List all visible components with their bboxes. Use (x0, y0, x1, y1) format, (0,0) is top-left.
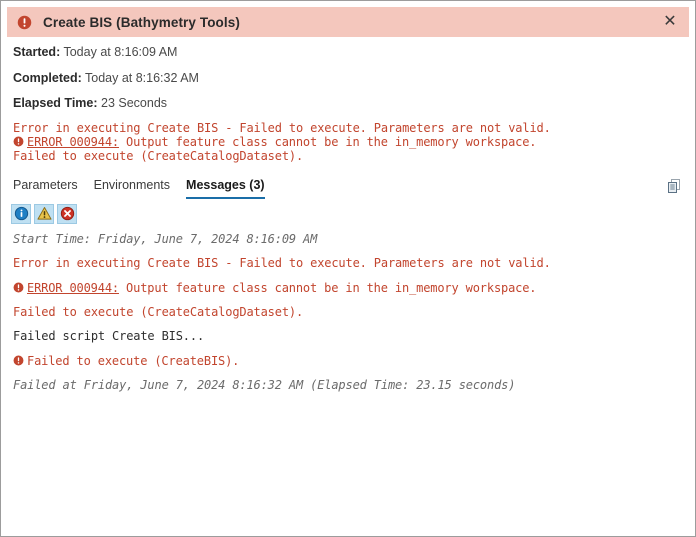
started-label: Started: (13, 45, 61, 59)
error-code-link[interactable]: ERROR 000944: (27, 281, 119, 295)
copy-button[interactable] (663, 175, 685, 197)
message-log: Start Time: Friday, June 7, 2024 8:16:09… (1, 224, 695, 393)
summary-row: Completed: Today at 8:16:32 AM (13, 70, 683, 85)
tab-environments[interactable]: Environments (94, 178, 170, 199)
filter-error-button[interactable] (57, 203, 77, 224)
error-code-message: Output feature class cannot be in the in… (118, 134, 537, 149)
elapsed-time-value: 23 Seconds (101, 96, 168, 110)
log-line: Failed to execute (CreateCatalogDataset)… (13, 304, 304, 319)
error-code-message: Output feature class cannot be in the in… (118, 280, 537, 295)
completed-value: Today at 8:16:32 AM (85, 70, 199, 85)
run-summary: Started: Today at 8:16:09 AM Completed: … (1, 37, 695, 110)
error-circle-icon (13, 282, 24, 292)
completed-label: Completed: (13, 70, 82, 85)
dialog-header-container: Create BIS (Bathymetry Tools) ✕ (1, 1, 695, 37)
log-line: Failed to execute (CreateBIS). (13, 354, 683, 368)
geoprocessing-tool-dialog: Create BIS (Bathymetry Tools) ✕ Started:… (0, 0, 696, 537)
log-line: Error in executing Create BIS - Failed t… (13, 256, 551, 271)
tab-strip: Parameters Environments Messages (3) (1, 178, 695, 199)
error-code-link[interactable]: ERROR 000944: (27, 135, 119, 149)
tab-messages[interactable]: Messages (3) (186, 178, 265, 199)
close-button[interactable]: ✕ (657, 10, 683, 34)
error-summary-block: Error in executing Create BIS - Failed t… (1, 110, 695, 164)
filter-warning-button[interactable] (34, 203, 54, 224)
log-line-text: Failed to execute (CreateBIS). (27, 353, 240, 368)
elapsed-time-label: Elapsed Time: (13, 96, 98, 110)
copy-icon (668, 178, 680, 193)
error-x-icon (60, 207, 74, 221)
error-circle-icon (13, 136, 24, 147)
warning-icon (36, 207, 52, 220)
page-title: Create BIS (Bathymetry Tools) (43, 14, 240, 30)
summary-row: Elapsed Time: 23 Seconds (13, 97, 683, 110)
log-line: ERROR 000944: Output feature class canno… (13, 281, 683, 295)
message-filter-toolbar (1, 199, 695, 224)
log-line: Start Time: Friday, June 7, 2024 8:16:09… (13, 231, 318, 246)
info-icon (14, 207, 28, 221)
error-summary-line-1: Error in executing Create BIS - Failed t… (13, 120, 551, 135)
error-summary-line-3: Failed to execute (CreateCatalogDataset)… (13, 149, 304, 164)
summary-row: Started: Today at 8:16:09 AM (13, 46, 683, 59)
tab-parameters[interactable]: Parameters (13, 178, 78, 199)
log-line: Failed script Create BIS... (13, 329, 205, 344)
log-line: Failed at Friday, June 7, 2024 8:16:32 A… (13, 378, 516, 393)
error-circle-icon (17, 15, 32, 29)
error-circle-icon (13, 355, 24, 366)
error-summary-line-2: ERROR 000944: Output feature class canno… (13, 135, 683, 149)
dialog-header: Create BIS (Bathymetry Tools) ✕ (7, 7, 689, 37)
filter-info-button[interactable] (11, 203, 31, 224)
started-value: Today at 8:16:09 AM (63, 45, 178, 59)
